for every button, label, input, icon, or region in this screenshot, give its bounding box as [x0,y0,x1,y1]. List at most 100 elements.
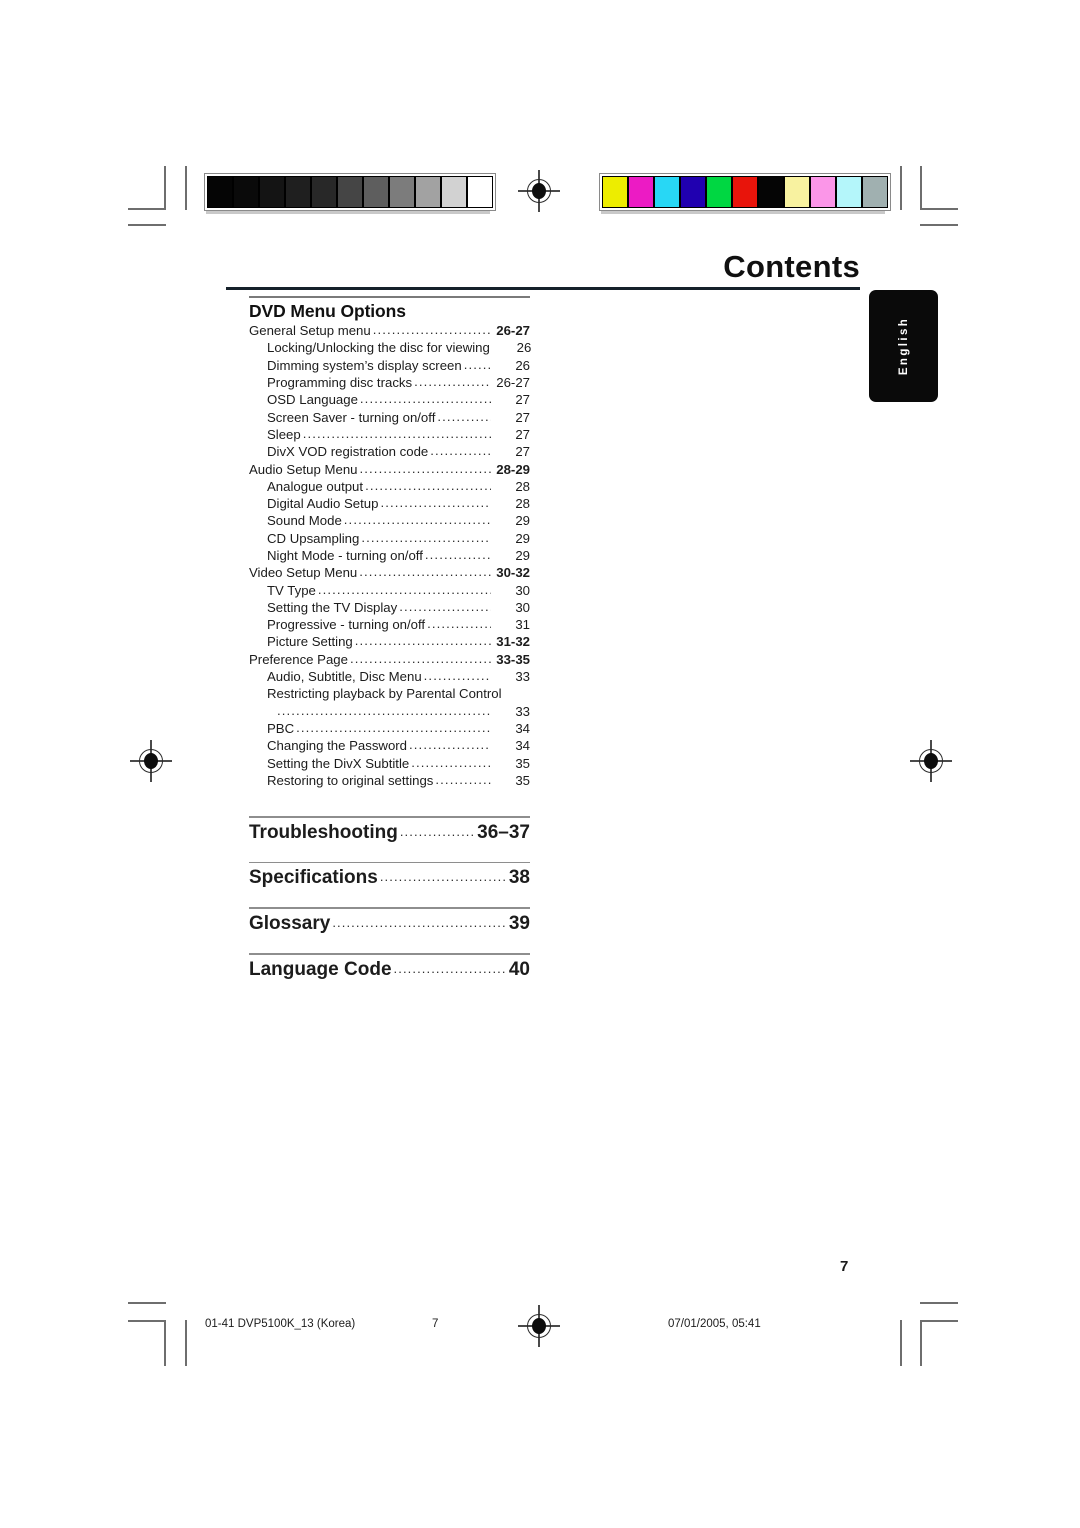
toc-entry-page: 30-32 [496,565,530,581]
registration-target-icon [910,740,952,782]
toc-dot-leader: ........................................… [359,564,491,580]
toc-entry-page: 28 [515,496,530,512]
toc-entry[interactable]: TV Type.................................… [249,582,530,599]
color-swatch [836,176,862,208]
color-swatch [862,176,888,208]
toc-entry-page: 33 [515,703,530,719]
toc-dot-leader: ........................................… [399,598,490,614]
toc-entry[interactable]: Audio, Subtitle, Disc Menu..............… [249,668,530,685]
toc-major-entry[interactable]: Glossary................................… [249,909,530,940]
toc-dot-leader: ........................................… [427,616,491,632]
toc-entry-page: 34 [515,720,530,736]
toc-dot-leader: ........................................… [409,737,491,753]
print-footer: 01-41 DVP5100K_13 (Korea) 7 07/01/2005, … [0,1318,1080,1348]
toc-entry-page: 33 [515,669,530,685]
toc-entry[interactable]: Night Mode - turning on/off.............… [249,547,530,564]
toc-entry[interactable]: Analogue output.........................… [249,478,530,495]
toc-dot-leader: ........................................… [343,512,491,528]
toc-entry[interactable]: Restricting playback by Parental Control… [249,685,530,702]
toc-entry[interactable]: Setting the DivX Subtitle...............… [249,755,530,772]
color-swatch [732,176,758,208]
table-of-contents: DVD Menu Options General Setup menu......… [249,296,531,986]
toc-dot-leader: ........................................… [414,374,491,390]
toc-dot-leader: ........................................… [302,425,491,441]
section-divider [249,296,530,298]
page-title: Contents [723,249,860,284]
toc-major-entry[interactable]: Troubleshooting.........................… [249,818,530,849]
toc-entry-page: 38 [508,867,530,889]
toc-dot-leader: ........................................… [430,443,491,459]
toc-entry-label: DivX VOD registration code [267,444,429,460]
language-tab-english: English [869,290,938,402]
registration-target-icon [130,740,172,782]
crop-mark-top-right [898,166,978,230]
grayscale-bar-shadow [206,211,490,214]
toc-dot-leader: ........................................… [380,495,491,511]
toc-entry[interactable]: Screen Saver - turning on/off...........… [249,409,530,426]
toc-entry-page: 26-27 [496,323,530,339]
toc-entry[interactable]: Programming disc tracks.................… [249,374,530,391]
toc-major-entry[interactable]: Language Code...........................… [249,955,530,986]
toc-entry-label: Changing the Password [267,738,408,754]
toc-entry[interactable]: Sound Mode..............................… [249,512,530,529]
color-swatch [680,176,706,208]
toc-dot-leader: ........................................… [435,771,490,787]
toc-entry-label: Glossary [249,912,331,934]
toc-entry-page: 35 [515,755,530,771]
toc-dot-leader: ........................................… [411,754,490,770]
toc-entry[interactable]: CD Upsampling...........................… [249,530,530,547]
toc-entry-label: Sleep [267,426,301,442]
toc-entry[interactable]: ........................................… [249,703,530,720]
toc-entry[interactable]: Dimming system’s display screen.........… [249,357,530,374]
toc-entry[interactable]: DivX VOD registration code..............… [249,443,530,460]
page-number: 7 [840,1258,849,1275]
toc-dot-leader: ........................................… [277,702,491,718]
toc-entry-label: Setting the TV Display [267,599,398,615]
toc-entry[interactable]: Audio Setup Menu........................… [249,461,530,478]
color-swatch [784,176,810,208]
toc-entry[interactable]: Restoring to original settings..........… [249,772,530,789]
toc-entry[interactable]: OSD Language............................… [249,391,530,408]
toc-entry-label: Screen Saver - turning on/off [267,409,436,425]
toc-entry-label: PBC [267,720,295,736]
toc-dot-leader: ........................................… [399,823,476,839]
toc-entry[interactable]: Picture Setting.........................… [249,633,530,650]
toc-entry-label: Night Mode - turning on/off [267,547,423,563]
toc-dot-leader: ........................................… [365,477,491,493]
toc-dot-leader: ........................................… [372,322,491,338]
toc-entry-page: 33-35 [496,651,530,667]
toc-entry[interactable]: Changing the Password...................… [249,737,530,754]
toc-entry-page: 28-29 [496,461,530,477]
footer-filename: 01-41 DVP5100K_13 (Korea) [205,1318,356,1330]
toc-entry-label: Restricting playback by Parental Control [267,686,502,702]
toc-entry[interactable]: Setting the TV Display..................… [249,599,530,616]
grayscale-swatch [467,176,493,208]
toc-entry[interactable]: PBC.....................................… [249,720,530,737]
toc-entry-page: 30 [515,582,530,598]
toc-entry-page: 29 [515,547,530,563]
toc-entry[interactable]: Locking/Unlocking the disc for viewing..… [249,339,531,356]
toc-entry-label: Setting the DivX Subtitle [267,755,410,771]
toc-major-entry[interactable]: Specifications..........................… [249,863,530,894]
toc-entry-label: Locking/Unlocking the disc for viewing [267,340,490,356]
toc-entry[interactable]: Digital Audio Setup.....................… [249,495,530,512]
toc-entry-label: TV Type [267,582,316,598]
toc-entry[interactable]: Progressive - turning on/off............… [249,616,530,633]
toc-entry[interactable]: Sleep...................................… [249,426,530,443]
toc-entry[interactable]: General Setup menu......................… [249,322,530,339]
grayscale-calibration-bar [204,173,496,211]
grayscale-swatch [285,176,311,208]
toc-dot-leader: ........................................… [423,668,491,684]
grayscale-swatch [233,176,259,208]
toc-dot-leader: ........................................… [317,581,491,597]
toc-dot-leader: ........................................… [463,356,491,372]
toc-entry-label: Preference Page [249,651,348,667]
toc-entry-page: 29 [515,513,530,529]
toc-entry[interactable]: Video Setup Menu........................… [249,564,530,581]
toc-entry-label: Language Code [249,958,392,980]
toc-entry-label: Specifications [249,867,378,889]
grayscale-swatch [441,176,467,208]
toc-entry[interactable]: Preference Page.........................… [249,651,530,668]
toc-entry-page: 26-27 [496,375,530,391]
